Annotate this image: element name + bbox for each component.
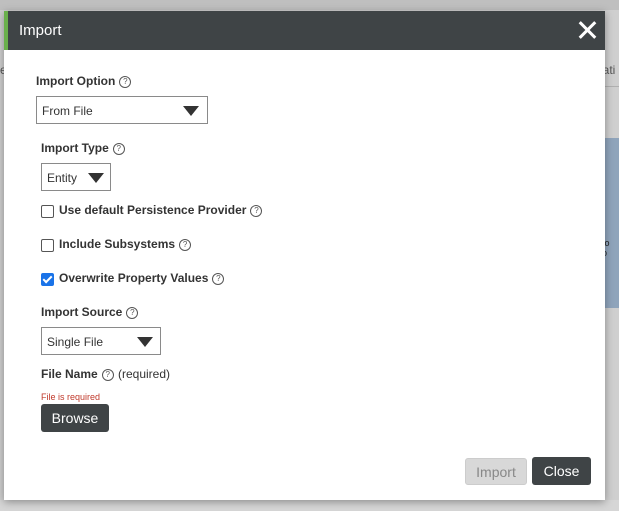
import-type-value: Entity <box>47 171 78 185</box>
dialog-header: Import <box>4 11 605 50</box>
dialog-title: Import <box>19 22 62 39</box>
overwrite-property-values-checkbox[interactable] <box>41 273 54 286</box>
include-subsystems-label: Include Subsystems? <box>59 237 192 251</box>
help-icon[interactable]: ? <box>126 307 139 319</box>
overwrite-property-values-text: Overwrite Property Values <box>59 271 209 285</box>
close-button[interactable]: Close <box>532 457 591 485</box>
chevron-down-icon <box>183 106 199 116</box>
browse-button[interactable]: Browse <box>41 404 109 432</box>
import-source-label-text: Import Source <box>41 305 123 319</box>
import-source-label: Import Source? <box>41 305 139 319</box>
help-icon[interactable]: ? <box>212 273 225 285</box>
import-source-value: Single File <box>47 335 104 349</box>
import-option-value: From File <box>42 104 93 118</box>
background-panel <box>603 138 619 308</box>
help-icon[interactable]: ? <box>250 205 263 217</box>
file-name-label: File Name? <box>41 367 114 381</box>
chevron-down-icon <box>88 173 104 183</box>
use-default-persistence-checkbox[interactable] <box>41 205 54 218</box>
help-icon[interactable]: ? <box>112 143 125 155</box>
file-name-label-text: File Name <box>41 367 98 381</box>
import-type-label-text: Import Type <box>41 141 109 155</box>
include-subsystems-text: Include Subsystems <box>59 237 176 251</box>
help-icon[interactable]: ? <box>119 76 132 88</box>
chevron-down-icon <box>137 337 153 347</box>
use-default-persistence-label: Use default Persistence Provider? <box>59 203 263 217</box>
file-required-error: File is required <box>41 392 101 402</box>
background-bottom <box>0 500 619 511</box>
overwrite-property-values-label: Overwrite Property Values? <box>59 271 225 285</box>
help-icon[interactable]: ? <box>101 369 114 381</box>
import-type-select[interactable]: Entity <box>41 163 111 191</box>
import-dialog: Import Import Option? From File Import T… <box>4 11 605 500</box>
help-icon[interactable]: ? <box>179 239 192 251</box>
import-option-label-text: Import Option <box>36 74 116 88</box>
include-subsystems-checkbox[interactable] <box>41 239 54 252</box>
import-source-select[interactable]: Single File <box>41 327 161 355</box>
use-default-persistence-text: Use default Persistence Provider <box>59 203 247 217</box>
close-icon[interactable] <box>576 19 598 41</box>
import-type-label: Import Type? <box>41 141 125 155</box>
required-note: (required) <box>118 367 171 381</box>
import-button[interactable]: Import <box>465 458 527 485</box>
import-option-label: Import Option? <box>36 74 132 88</box>
import-option-select[interactable]: From File <box>36 96 208 124</box>
background-top-bar <box>0 0 619 10</box>
